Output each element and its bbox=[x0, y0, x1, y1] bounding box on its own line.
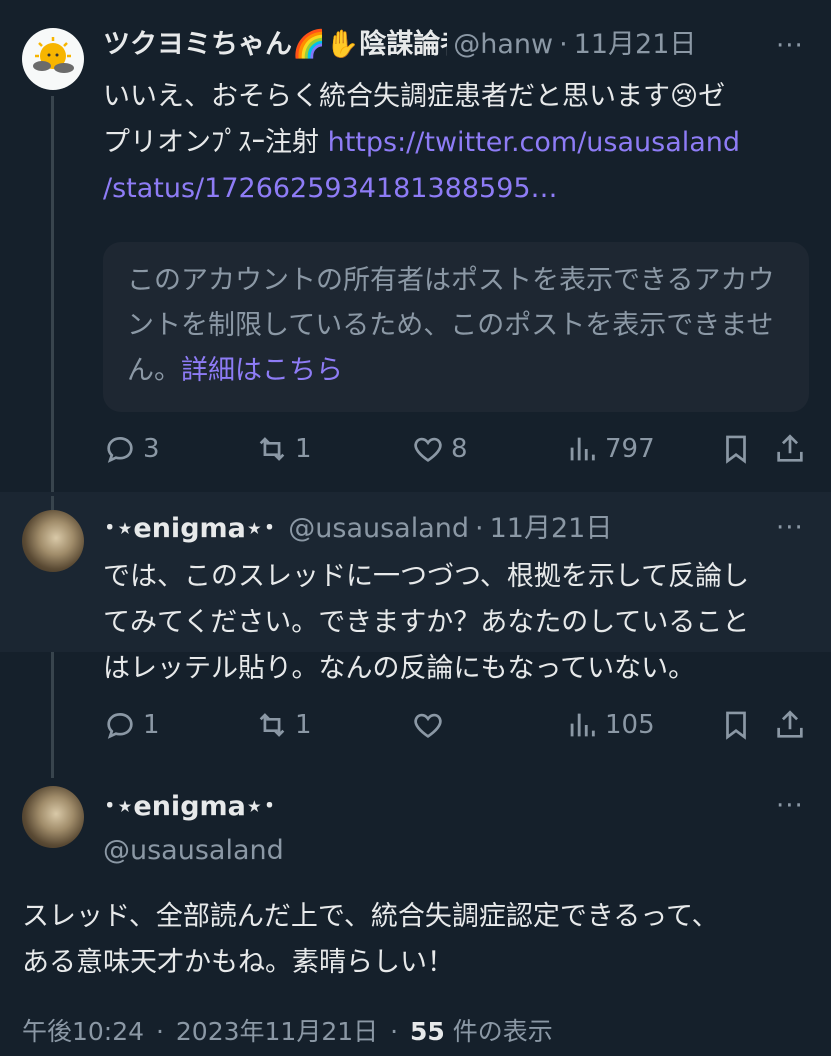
action-bar: 3 1 8 797 bbox=[103, 432, 813, 472]
post-header: ･⋆enigma⋆･ bbox=[103, 790, 276, 824]
separator: · bbox=[156, 1017, 164, 1046]
more-options-button[interactable]: ··· bbox=[776, 33, 804, 59]
bookmark-icon bbox=[726, 435, 746, 464]
share-icon bbox=[777, 710, 803, 738]
raised-hand-emoji: ✋ bbox=[325, 29, 360, 60]
reply-icon bbox=[107, 713, 133, 739]
heart-icon bbox=[414, 713, 442, 738]
handle[interactable]: @usausaland bbox=[103, 834, 284, 868]
post-date[interactable]: 11月21日 bbox=[574, 28, 697, 62]
handle[interactable]: @usausaland bbox=[288, 512, 469, 546]
display-name-suffix: 陰謀論者 bbox=[359, 29, 447, 60]
view-count: 105 bbox=[605, 710, 655, 740]
main-post-text: スレッド、全部読んだ上で、統合失調症認定できるって、 ある意味天才かもね。素晴ら… bbox=[22, 894, 822, 986]
reply-count: 3 bbox=[143, 434, 160, 464]
like-count: 8 bbox=[451, 434, 468, 464]
post-header: ･⋆enigma⋆･ @usausaland · 11月21日 bbox=[103, 512, 612, 546]
thread-line-1 bbox=[51, 96, 54, 504]
post-text-line: スレッド、全部読んだ上で、統合失調症認定できるって、 bbox=[22, 901, 719, 932]
repost-button[interactable]: 1 bbox=[255, 708, 312, 742]
post-text-line-tail: ゼ bbox=[698, 81, 726, 112]
like-button[interactable]: 8 bbox=[411, 432, 468, 466]
like-button[interactable] bbox=[411, 708, 451, 742]
repost-count: 1 bbox=[295, 710, 312, 740]
tweet-link[interactable]: https://twitter.com/usausaland bbox=[328, 127, 740, 158]
action-bar: 1 1 105 bbox=[103, 708, 813, 748]
separator: · bbox=[559, 29, 568, 60]
bookmark-button[interactable] bbox=[719, 432, 753, 466]
view-count: 797 bbox=[605, 434, 655, 464]
views-button[interactable]: 797 bbox=[565, 432, 655, 466]
post-text-line: いいえ、おそらく統合失調症患者だと思います bbox=[103, 81, 670, 112]
handle[interactable]: @hanw bbox=[453, 28, 553, 62]
display-name[interactable]: ･⋆enigma⋆･ bbox=[103, 512, 276, 546]
bookmark-icon bbox=[726, 711, 746, 740]
share-button[interactable] bbox=[773, 432, 807, 466]
heart-icon bbox=[414, 437, 442, 462]
views-icon bbox=[570, 713, 595, 737]
post-text: では、このスレッドに一つづつ、根拠を示して反論し てみてください。できますか？あ… bbox=[103, 554, 813, 692]
repost-icon bbox=[259, 713, 285, 737]
post-date[interactable]: 11月21日 bbox=[490, 512, 613, 546]
post-text-line: てみてください。できますか？あなたのしていること bbox=[103, 607, 750, 638]
post-text-line: はレッテル貼り。なんの反論にもなっていない。 bbox=[103, 653, 696, 684]
more-options-button[interactable]: ··· bbox=[776, 793, 804, 819]
reply-count: 1 bbox=[143, 710, 160, 740]
post-header: ツクヨミちゃん 🌈 ✋ 陰謀論者 @hanw · 11月21日 bbox=[103, 28, 763, 62]
views-label: 件の表示 bbox=[444, 1017, 553, 1046]
handle-row: @usausaland bbox=[103, 834, 284, 868]
sun-cloud-icon bbox=[33, 37, 74, 73]
thread-line-overlay bbox=[51, 496, 54, 510]
separator: · bbox=[390, 1017, 399, 1046]
display-name[interactable]: ツクヨミちゃん bbox=[103, 28, 292, 62]
post-text: いいえ、おそらく統合失調症患者だと思います😢ゼ プリオンﾌﾟｽｰ注射 https… bbox=[103, 74, 803, 212]
post-text-line: では、このスレッドに一つづつ、根拠を示して反論し bbox=[103, 561, 750, 592]
post-text-line: ある意味天才かもね。素晴らしい！ bbox=[22, 947, 454, 978]
avatar[interactable] bbox=[22, 28, 84, 90]
reply-button[interactable]: 3 bbox=[103, 432, 160, 466]
post-time[interactable]: 午後10:24 bbox=[22, 1017, 144, 1046]
views-button[interactable]: 105 bbox=[565, 708, 655, 742]
avatar[interactable] bbox=[22, 510, 84, 572]
views-count: 55 bbox=[410, 1017, 445, 1046]
post-meta: 午後10:24 · 2023年11月21日 · 55 件の表示 bbox=[22, 1012, 553, 1048]
share-button[interactable] bbox=[773, 708, 807, 742]
crying-face-emoji: 😢 bbox=[670, 81, 699, 112]
share-icon bbox=[777, 434, 803, 462]
post-full-date[interactable]: 2023年11月21日 bbox=[176, 1017, 378, 1046]
repost-button[interactable]: 1 bbox=[255, 432, 312, 466]
repost-icon bbox=[259, 437, 285, 461]
separator: · bbox=[475, 513, 484, 544]
bookmark-button[interactable] bbox=[719, 708, 753, 742]
avatar[interactable] bbox=[22, 786, 84, 848]
restricted-post-notice: このアカウントの所有者はポストを表示できるアカウントを制限しているため、このポス… bbox=[103, 242, 809, 412]
repost-count: 1 bbox=[295, 434, 312, 464]
reply-icon bbox=[107, 437, 133, 463]
display-name[interactable]: ･⋆enigma⋆･ bbox=[103, 790, 276, 824]
tweet-link-continuation[interactable]: /status/1726625934181388595… bbox=[103, 173, 558, 204]
rainbow-emoji: 🌈 bbox=[292, 29, 326, 60]
reply-button[interactable]: 1 bbox=[103, 708, 160, 742]
more-options-button[interactable]: ··· bbox=[776, 515, 804, 541]
views-icon bbox=[570, 437, 595, 461]
details-link[interactable]: 詳細はこちら bbox=[181, 355, 343, 386]
post-text-line: プリオンﾌﾟｽｰ注射 bbox=[103, 127, 328, 158]
